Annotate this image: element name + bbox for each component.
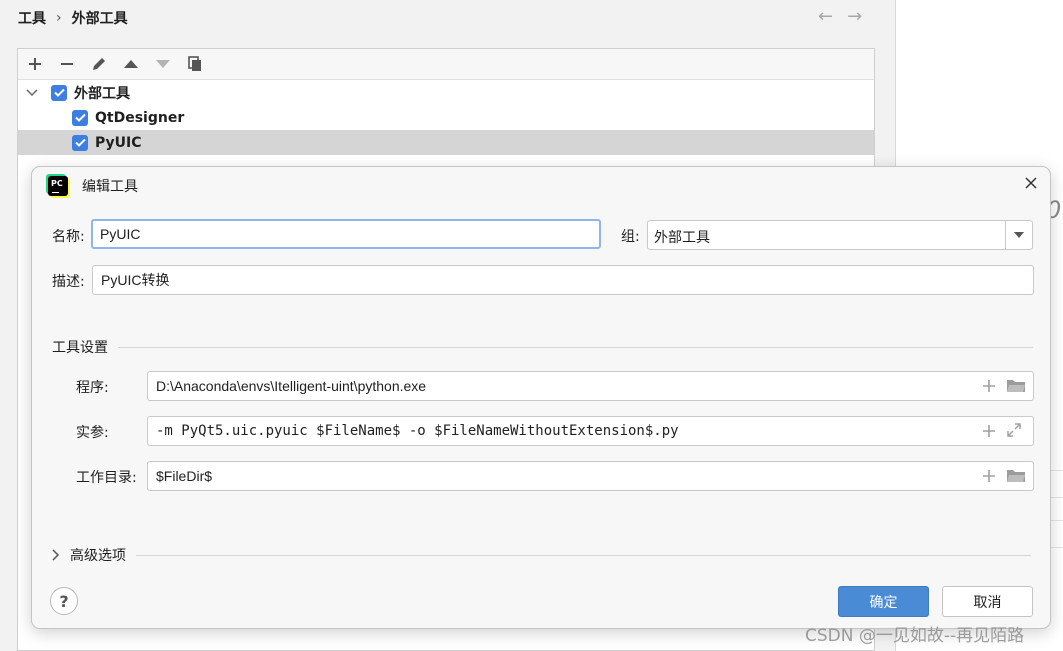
program-label: 程序: (76, 380, 109, 396)
remove-icon[interactable] (58, 55, 76, 73)
tool-settings-section: 工具设置 (52, 337, 1033, 357)
arguments-input[interactable] (147, 416, 1034, 446)
checkbox-checked-icon[interactable] (72, 134, 88, 151)
program-field-icons (982, 377, 1026, 397)
name-input[interactable] (91, 219, 601, 249)
group-label: 组: (621, 229, 640, 245)
insert-macro-plus-icon[interactable] (982, 378, 996, 397)
checkbox-checked-icon[interactable] (51, 84, 67, 101)
section-title: 工具设置 (52, 340, 108, 356)
tree-item-label: PyUIC (95, 134, 142, 151)
breadcrumb: 工具 › 外部工具 (18, 8, 128, 28)
expand-icon[interactable] (1006, 422, 1022, 442)
tree-group-label: 外部工具 (74, 85, 130, 102)
dropdown-arrow-icon[interactable] (1005, 221, 1032, 249)
nav-arrows: ← → (818, 6, 862, 27)
checkbox-checked-icon[interactable] (72, 109, 88, 126)
group-select[interactable]: 外部工具 (647, 220, 1033, 250)
breadcrumb-root[interactable]: 工具 (18, 8, 46, 28)
close-icon[interactable] (1022, 174, 1040, 192)
working-directory-input[interactable] (147, 461, 1034, 491)
pycharm-logo-icon: PC (48, 176, 68, 196)
add-icon[interactable] (26, 55, 44, 73)
name-label: 名称: (52, 229, 85, 245)
tree-item-label: QtDesigner (95, 109, 185, 126)
dialog-title-bar: PC 编辑工具 (48, 176, 138, 196)
breadcrumb-current: 外部工具 (71, 11, 128, 27)
description-label: 描述: (52, 274, 85, 290)
move-up-icon[interactable] (122, 55, 140, 73)
breadcrumb-separator: › (56, 10, 62, 26)
working-directory-field-icons (982, 467, 1026, 487)
tree-group-row[interactable]: 外部工具 (18, 80, 874, 105)
copy-icon[interactable] (186, 55, 204, 73)
program-input[interactable] (147, 371, 1034, 401)
chevron-down-icon[interactable] (26, 88, 42, 97)
tree-item-qtdesigner[interactable]: QtDesigner (18, 105, 874, 130)
tree-item-pyuic[interactable]: PyUIC (18, 130, 874, 155)
arguments-field-icons (982, 422, 1022, 442)
dialog-title: 编辑工具 (82, 179, 138, 195)
advanced-options-section[interactable]: 高级选项 (52, 545, 1031, 565)
arguments-label: 实参: (76, 425, 109, 441)
forward-arrow-icon[interactable]: → (847, 6, 862, 27)
working-directory-label: 工作目录: (76, 470, 137, 486)
section-divider (118, 346, 1033, 348)
edit-pencil-icon[interactable] (90, 55, 108, 73)
back-arrow-icon[interactable]: ← (818, 6, 833, 27)
folder-icon[interactable] (1006, 467, 1026, 487)
tree-toolbar (18, 49, 874, 80)
ok-button[interactable]: 确定 (838, 586, 929, 617)
folder-icon[interactable] (1006, 377, 1026, 397)
advanced-options-label[interactable]: 高级选项 (70, 545, 126, 565)
section-divider (136, 554, 1031, 556)
insert-macro-plus-icon[interactable] (982, 423, 996, 442)
cancel-button[interactable]: 取消 (942, 586, 1033, 617)
group-select-value: 外部工具 (654, 230, 710, 246)
move-down-icon[interactable] (154, 55, 172, 73)
insert-macro-plus-icon[interactable] (982, 468, 996, 487)
description-input[interactable] (92, 265, 1034, 295)
edit-tool-dialog: PC 编辑工具 名称: 组: 外部工具 描述: 工具设置 程序: 实参: (31, 166, 1051, 629)
watermark: CSDN @一见如故--再见陌路 (805, 626, 1025, 646)
chevron-right-icon[interactable] (52, 549, 60, 561)
help-button[interactable]: ? (50, 587, 78, 615)
